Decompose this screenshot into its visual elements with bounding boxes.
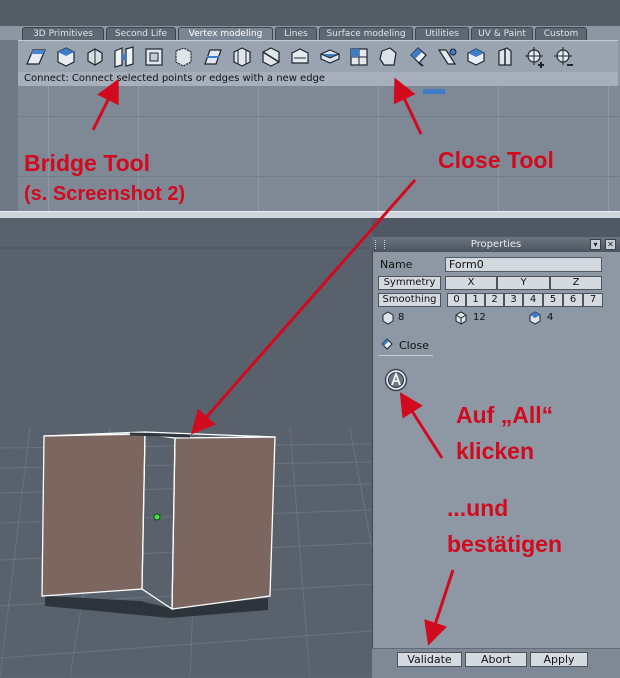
validate-button[interactable]: Validate [397,652,462,667]
properties-title: Properties [470,239,522,250]
split-tool-icon[interactable] [318,45,342,69]
slice-tool-icon[interactable] [24,45,48,69]
collapse-icon[interactable]: ▾ [590,239,601,250]
viewport-scene [0,218,372,677]
tool-tabs: 3D Primitives Second Life Vertex modelin… [22,27,612,40]
remove-point-icon[interactable] [552,45,576,69]
all-button[interactable] [384,368,408,392]
vertex-count-icon [382,311,394,325]
annotation-click-all-1: Auf „All“ [456,402,554,428]
smoothing-button[interactable]: Smoothing [378,293,441,307]
annotation-bridge-ref: (s. Screenshot 2) [24,183,186,205]
symmetry-z-button[interactable]: Z [550,276,602,290]
pivot-point[interactable] [153,513,161,521]
symmetry-x-button[interactable]: X [445,276,497,290]
add-point-icon[interactable] [523,45,547,69]
tab-lines[interactable]: Lines [275,27,317,40]
tab-custom[interactable]: Custom [535,27,587,40]
name-field[interactable]: Form0 [445,257,602,272]
edge-count: 12 [473,312,486,323]
smoothing-level-2[interactable]: 2 [485,293,504,307]
edge-count-icon [455,311,467,325]
grip-icon[interactable] [375,240,385,249]
face-count-icon [529,311,541,325]
tab-3d-primitives[interactable]: 3D Primitives [22,27,104,40]
smoothing-level-1[interactable]: 1 [466,293,485,307]
vertex-tool-row [18,40,618,74]
smoothing-level-4[interactable]: 4 [523,293,543,307]
subdivide-tool-icon[interactable] [347,45,371,69]
tab-second-life[interactable]: Second Life [106,27,176,40]
cube-right-face[interactable] [171,436,276,610]
smoothing-levels: 0 1 2 3 4 5 6 7 [447,293,603,307]
tab-utilities[interactable]: Utilities [415,27,469,40]
smoothing-level-7[interactable]: 7 [583,293,603,307]
properties-header: Properties ▾ ✕ [372,237,620,252]
annotation-click-all-2: klicken [456,438,534,464]
cube-left-face[interactable] [41,433,146,597]
flip-tool-icon[interactable] [435,45,459,69]
tab-uv-paint[interactable]: UV & Paint [471,27,533,40]
normals-tool-icon[interactable] [493,45,517,69]
chamfer-tool-icon[interactable] [376,45,400,69]
tab-vertex-modeling[interactable]: Vertex modeling [178,27,273,40]
3d-viewport[interactable] [0,218,372,677]
face-count: 4 [547,312,554,323]
cube-top-dark-edge [129,432,191,438]
toolbar-left-edge [0,40,18,214]
smoothing-level-3[interactable]: 3 [504,293,523,307]
tab-surface-modeling[interactable]: Surface modeling [319,27,413,40]
name-label: Name [380,258,413,271]
bridge-tool-icon[interactable] [112,45,136,69]
annotation-confirm-1: ...und [447,495,509,521]
extrude-tool-icon[interactable] [54,45,78,69]
loop-tool-icon[interactable] [230,45,254,69]
status-bar: Connect: Connect selected points or edge… [18,72,618,86]
menu-strip [0,0,620,26]
vertex-count: 8 [398,312,405,323]
annotation-bridge-tool: Bridge Tool [24,150,151,176]
abort-button[interactable]: Abort [465,652,527,667]
annotation-close-tool: Close Tool [438,147,554,173]
symmetry-button[interactable]: Symmetry [378,276,441,290]
knife-tool-icon[interactable] [201,45,225,69]
tool-title: Close [399,339,429,352]
connect-tool-icon[interactable] [259,45,283,69]
triangulate-tool-icon[interactable] [464,45,488,69]
cut-tool-icon[interactable] [288,45,312,69]
symmetry-y-button[interactable]: Y [497,276,550,290]
bevel-tool-icon[interactable] [83,45,107,69]
weld-tool-icon[interactable] [171,45,195,69]
close-tool-small-icon [381,338,393,350]
smoothing-level-5[interactable]: 5 [543,293,563,307]
smoothing-level-0[interactable]: 0 [447,293,466,307]
inset-tool-icon[interactable] [142,45,166,69]
close-tool-icon[interactable] [406,45,430,69]
apply-button[interactable]: Apply [530,652,588,667]
close-panel-icon[interactable]: ✕ [605,239,616,250]
viewport-marker [423,89,445,94]
tool-title-underline [378,355,433,356]
annotation-confirm-2: bestätigen [447,531,563,557]
smoothing-level-6[interactable]: 6 [563,293,583,307]
